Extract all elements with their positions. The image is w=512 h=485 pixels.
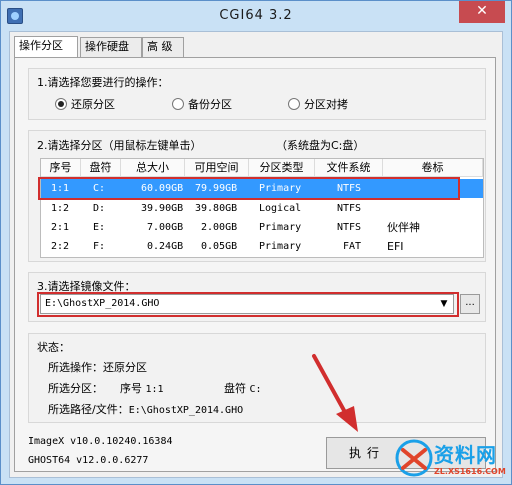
cell-type: Primary <box>259 183 302 194</box>
imagex-version: ImageX v10.0.10240.16384 <box>28 436 173 447</box>
status-operation-value: 还原分区 <box>103 361 147 374</box>
cell-type: Logical <box>259 203 302 214</box>
image-file-value: E:\GhostXP_2014.GHO <box>45 298 160 309</box>
window-title: CGI64 3.2 <box>219 8 293 23</box>
operation-group-label: 1.请选择您要进行的操作： <box>37 76 169 89</box>
col-header-type[interactable]: 分区类型 <box>249 159 315 177</box>
radio-restore-indicator <box>55 98 67 110</box>
col-header-label[interactable]: 卷标 <box>383 159 483 177</box>
status-partition-label: 所选分区： <box>48 382 103 395</box>
status-path: 所选路径/文件：E:\GhostXP_2014.GHO <box>48 401 243 417</box>
cell-drive: C: <box>93 183 106 194</box>
status-drive-value: C: <box>249 384 262 395</box>
cell-drive: E: <box>93 222 106 233</box>
col-header-total[interactable]: 总大小 <box>121 159 185 177</box>
cell-index: 2:2 <box>51 241 70 252</box>
radio-restore-partition[interactable]: 还原分区 <box>55 97 115 113</box>
browse-button[interactable]: ... <box>460 294 480 314</box>
cell-total: 39.90GB <box>141 203 184 214</box>
col-header-drive[interactable]: 盘符 <box>81 159 121 177</box>
cell-drive: F: <box>93 241 106 252</box>
radio-copy-label: 分区对拷 <box>304 98 348 111</box>
watermark-title: 资料网 <box>434 443 497 467</box>
cell-index: 1:1 <box>51 183 70 194</box>
col-header-index[interactable]: 序号 <box>41 159 81 177</box>
status-operation-label: 所选操作： <box>48 361 103 374</box>
cell-fs: FAT <box>343 241 362 252</box>
cell-index: 1:2 <box>51 203 70 214</box>
watermark-logo: 资料网 ZL.XS1616.COM <box>394 438 508 482</box>
title-bar[interactable]: CGI64 3.2 ✕ <box>1 1 511 31</box>
status-index: 序号 1:1 <box>120 380 164 396</box>
status-path-value: E:\GhostXP_2014.GHO <box>128 405 244 416</box>
cell-total: 60.09GB <box>141 183 184 194</box>
col-header-free[interactable]: 可用空间 <box>185 159 249 177</box>
table-row[interactable]: 2:2 F: 0.24GB 0.05GB Primary FAT EFI <box>41 237 483 256</box>
radio-backup-indicator <box>172 98 184 110</box>
status-drive-label: 盘符 <box>224 382 246 395</box>
cell-type: Primary <box>259 222 302 233</box>
cell-free: 0.05GB <box>201 241 238 252</box>
cell-total: 0.24GB <box>147 241 184 252</box>
status-path-label: 所选路径/文件： <box>48 403 129 416</box>
cell-fs: NTFS <box>337 183 362 194</box>
radio-backup-partition[interactable]: 备份分区 <box>172 97 232 113</box>
status-index-value: 1:1 <box>145 384 164 395</box>
close-button[interactable]: ✕ <box>459 1 505 23</box>
cell-type: Primary <box>259 241 302 252</box>
status-drive: 盘符 C: <box>224 380 262 396</box>
cell-free: 79.99GB <box>195 183 238 194</box>
col-header-fs[interactable]: 文件系统 <box>315 159 383 177</box>
cell-total: 7.00GB <box>147 222 184 233</box>
cell-fs: NTFS <box>337 203 362 214</box>
status-index-label: 序号 <box>120 382 142 395</box>
cell-fs: NTFS <box>337 222 362 233</box>
tab-operate-disk[interactable]: 操作硬盘 <box>80 37 142 57</box>
cell-label: 伙伴神 <box>387 221 420 234</box>
cell-label: EFI <box>387 240 404 253</box>
tab-operate-partition[interactable]: 操作分区 <box>14 36 78 57</box>
table-row[interactable]: 1:1 C: 60.09GB 79.99GB Primary NTFS <box>41 179 483 198</box>
chevron-down-icon[interactable]: ▼ <box>437 297 451 311</box>
image-file-select[interactable]: E:\GhostXP_2014.GHO ▼ <box>40 294 454 314</box>
cell-free: 2.00GB <box>201 222 238 233</box>
status-operation: 所选操作：还原分区 <box>48 359 147 375</box>
cell-free: 39.80GB <box>195 203 238 214</box>
table-row[interactable]: 2:1 E: 7.00GB 2.00GB Primary NTFS 伙伴神 <box>41 218 483 237</box>
radio-copy-indicator <box>288 98 300 110</box>
cell-drive: D: <box>93 203 106 214</box>
table-row[interactable]: 1:2 D: 39.90GB 39.80GB Logical NTFS <box>41 199 483 218</box>
cell-index: 2:1 <box>51 222 70 233</box>
tab-advanced[interactable]: 高 级 <box>142 37 184 57</box>
radio-restore-label: 还原分区 <box>71 98 115 111</box>
watermark-mark-icon <box>395 439 433 477</box>
radio-backup-label: 备份分区 <box>188 98 232 111</box>
ghost-version: GHOST64 v12.0.0.6277 <box>28 455 149 466</box>
watermark-url: ZL.XS1616.COM <box>434 467 506 476</box>
image-group-label: 3.请选择镜像文件： <box>37 280 136 293</box>
system-disk-note: （系统盘为C:盘） <box>276 139 365 152</box>
radio-copy-partition[interactable]: 分区对拷 <box>288 97 348 113</box>
annotation-arrow-icon <box>312 354 358 432</box>
status-label: 状态： <box>37 341 70 354</box>
partition-table[interactable]: 序号 盘符 总大小 可用空间 分区类型 文件系统 卷标 1:1 C: 60.09… <box>40 158 484 258</box>
partition-group-label: 2.请选择分区（用鼠标左键单击） <box>37 139 202 152</box>
